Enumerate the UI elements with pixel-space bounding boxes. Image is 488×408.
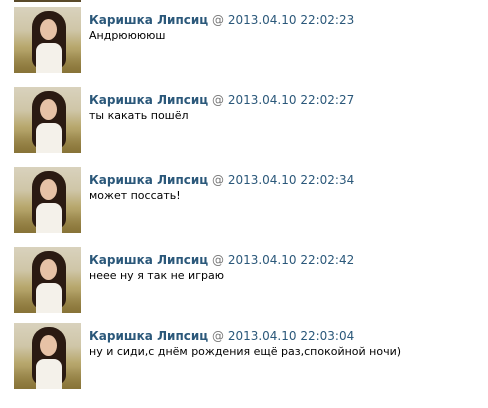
- avatar[interactable]: [14, 7, 81, 73]
- message-header: Каришка Липсиц @ 2013.04.10 22:02:23: [89, 12, 354, 28]
- timestamp: 2013.04.10 22:02:42: [227, 253, 355, 267]
- author-link[interactable]: Каришка Липсиц: [89, 13, 208, 27]
- timestamp: 2013.04.10 22:03:04: [227, 329, 355, 343]
- avatar[interactable]: [14, 167, 81, 233]
- timestamp: 2013.04.10 22:02:27: [227, 93, 355, 107]
- message-text: ну и сиди,с днём рождения ещё раз,спокой…: [89, 345, 402, 358]
- message-header: Каришка Липсиц @ 2013.04.10 22:02:27: [89, 92, 354, 108]
- message-item: Каришка Липсиц @ 2013.04.10 22:02:23 Анд…: [0, 7, 488, 85]
- message-text: Андрююююш: [89, 29, 166, 42]
- at-separator: @: [211, 253, 224, 267]
- at-separator: @: [211, 13, 224, 27]
- message-text: неее ну я так не играю: [89, 269, 224, 282]
- message-text: может поссать!: [89, 189, 181, 202]
- at-separator: @: [211, 173, 224, 187]
- message-text: ты какать пошёл: [89, 109, 189, 122]
- timestamp: 2013.04.10 22:02:34: [227, 173, 355, 187]
- author-link[interactable]: Каришка Липсиц: [89, 329, 208, 343]
- avatar[interactable]: [14, 87, 81, 153]
- timestamp: 2013.04.10 22:02:23: [227, 13, 355, 27]
- author-link[interactable]: Каришка Липсиц: [89, 173, 208, 187]
- at-separator: @: [211, 93, 224, 107]
- message-item: Каришка Липсиц @ 2013.04.10 22:03:04 ну …: [0, 323, 488, 401]
- message-header: Каришка Липсиц @ 2013.04.10 22:03:04: [89, 328, 354, 344]
- author-link[interactable]: Каришка Липсиц: [89, 253, 208, 267]
- message-item: Каришка Липсиц @ 2013.04.10 22:02:42 нее…: [0, 247, 488, 325]
- at-separator: @: [211, 329, 224, 343]
- message-header: Каришка Липсиц @ 2013.04.10 22:02:34: [89, 172, 354, 188]
- message-item: Каришка Липсиц @ 2013.04.10 22:02:34 мож…: [0, 167, 488, 245]
- author-link[interactable]: Каришка Липсиц: [89, 93, 208, 107]
- message-item: Каришка Липсиц @ 2013.04.10 22:02:27 ты …: [0, 87, 488, 165]
- avatar[interactable]: [14, 323, 81, 389]
- message-header: Каришка Липсиц @ 2013.04.10 22:02:42: [89, 252, 354, 268]
- previous-avatar-edge: [14, 0, 81, 2]
- avatar[interactable]: [14, 247, 81, 313]
